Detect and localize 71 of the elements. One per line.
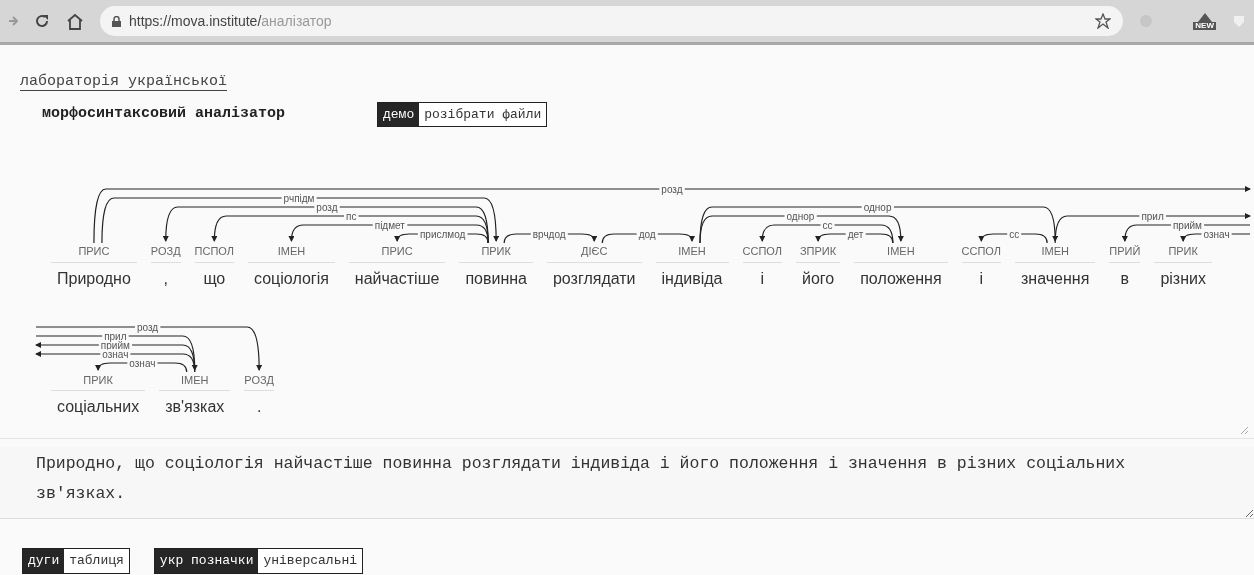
token-word: . [255, 397, 263, 417]
address-bar[interactable]: https://mova.institute/аналізатор [100, 6, 1124, 36]
pos-tag: ПРИЙ [1109, 243, 1141, 263]
arc-label: розд [136, 321, 159, 332]
arc-label: дет [847, 228, 864, 240]
arc-label: означ [129, 357, 156, 368]
app-title: морфосинтаксовий аналізатор [42, 104, 287, 125]
pos-tag: ПРИК [51, 371, 146, 391]
arc-label: врчдод [532, 228, 566, 240]
arc-label: однор [863, 201, 892, 213]
pos-tag: ІМЕН [248, 243, 335, 263]
star-icon[interactable] [1095, 13, 1112, 29]
token-word: повинна [464, 268, 528, 289]
token-word: зв'язках [164, 397, 226, 417]
token-word: значення [1020, 268, 1091, 289]
pos-tag: ДІЄС [546, 243, 642, 263]
pos-tag: ПСПОЛ [194, 243, 235, 263]
arc-label: розд [661, 183, 683, 195]
toggle-option[interactable]: таблиця [64, 549, 129, 573]
token-word: в [1119, 268, 1131, 289]
arc-label: прислмод [419, 228, 466, 240]
toggle-option[interactable]: демо [378, 102, 420, 127]
lock-icon [112, 15, 121, 27]
arc-label: прил [104, 330, 127, 341]
pos-tag: ІМЕН [1015, 243, 1096, 263]
arc-label: прийм [1172, 219, 1202, 231]
triangle-icon[interactable] [1195, 11, 1214, 22]
pos-tag: ПРИК [1154, 243, 1212, 263]
pos-tag: ССПОЛ [742, 243, 782, 263]
arc-label: дод [638, 228, 656, 240]
home-icon[interactable] [66, 12, 84, 30]
arc-label: однор [786, 210, 815, 222]
token-word: різних [1159, 268, 1207, 289]
arc-label: прил [1141, 210, 1164, 222]
pos-tag: ІМЕН [655, 243, 729, 263]
pos-tag: ССПОЛ [961, 243, 1001, 263]
toggle-option[interactable]: дуги [23, 549, 65, 573]
pos-tag: РОЗД [244, 371, 275, 391]
token-word: і [759, 268, 765, 289]
arc-label: розд [316, 201, 338, 213]
pos-tag: ЗПРИК [795, 243, 841, 263]
token-word: , [162, 268, 169, 289]
reload-icon[interactable] [34, 13, 50, 29]
token-word: соціологія [253, 268, 330, 289]
pos-tag: ІМЕН [159, 371, 231, 391]
toggle-option[interactable]: універсальні [258, 549, 363, 573]
pos-tag: ПРИС [348, 243, 446, 263]
toggle-option[interactable]: розібрати файли [419, 102, 547, 127]
token-word: положення [859, 268, 943, 289]
token-word: його [800, 268, 836, 289]
token-word: найчастіше [353, 268, 441, 289]
token-word: соціальних [56, 397, 141, 417]
token-word: розглядати [551, 268, 637, 289]
new-badge[interactable]: NEW [1193, 21, 1216, 31]
pos-tag: ІМЕН [854, 243, 948, 263]
arc-label: сс [1009, 228, 1020, 240]
arc-label: підмет [374, 219, 405, 231]
arc-label: сс [822, 219, 833, 231]
toggle-option[interactable]: укр позначки [154, 549, 259, 573]
lab-link[interactable]: лабораторія української [20, 73, 228, 91]
pos-tag: РОЗД [150, 243, 181, 263]
resize-grip-icon[interactable] [1240, 426, 1248, 434]
token-word: що [202, 268, 227, 289]
token-word: Природно [56, 268, 132, 289]
pos-tag: ПРИС [51, 243, 137, 263]
token-word: і [978, 268, 985, 289]
pos-tag: ПРИК [459, 243, 533, 263]
arc-label: означ [1203, 228, 1230, 240]
arc-label: рчпідм [283, 192, 315, 204]
token-word: індивіда [660, 268, 724, 289]
arc-label: пс [346, 210, 357, 222]
